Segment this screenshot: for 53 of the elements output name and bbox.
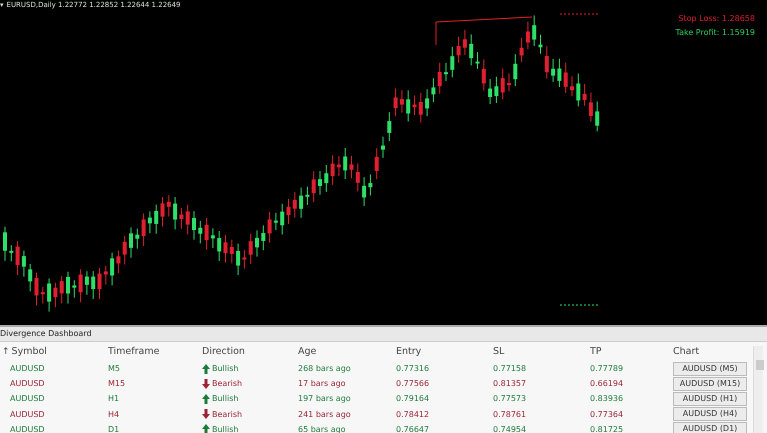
take-profit-label: Take Profit: 1.15919 — [676, 28, 755, 37]
sl-cell: 0.78761 — [493, 410, 526, 419]
tp-cell: 0.77364 — [590, 410, 624, 419]
timeframe-cell: M15 — [108, 379, 126, 388]
sl-cell: 0.74954 — [493, 424, 526, 433]
direction-cell: Bearish — [212, 410, 242, 419]
age-cell: 241 bars ago — [298, 410, 351, 419]
entry-cell: 0.77316 — [396, 364, 430, 374]
column-header[interactable]: SL — [493, 346, 504, 357]
chart-button[interactable]: AUDUSD (D1) — [673, 422, 747, 433]
chart-button[interactable]: AUDUSD (M5) — [673, 362, 747, 376]
age-cell: 197 bars ago — [298, 394, 351, 404]
symbol-cell: AUDUSD — [10, 364, 45, 374]
age-cell: 17 bars ago — [298, 379, 346, 388]
symbol-cell: AUDUSD — [10, 394, 45, 404]
sl-cell: 0.77158 — [493, 364, 526, 374]
tp-cell: 0.81725 — [590, 424, 624, 433]
age-cell: 268 bars ago — [298, 364, 351, 374]
column-header[interactable]: Chart — [673, 346, 700, 357]
chart-button[interactable]: AUDUSD (H4) — [673, 407, 747, 422]
direction-cell: Bullish — [212, 394, 238, 404]
sl-cell: 0.77573 — [493, 394, 526, 404]
stop-loss-label: Stop Loss: 1.28658 — [678, 14, 755, 23]
column-header[interactable]: Direction — [202, 346, 245, 357]
entry-cell: 0.77566 — [396, 379, 430, 388]
entry-cell: 0.78412 — [396, 410, 430, 419]
symbol-cell: AUDUSD — [10, 424, 45, 433]
tp-cell: 0.77789 — [590, 364, 624, 374]
timeframe-cell: H4 — [108, 410, 120, 419]
symbol-cell: AUDUSD — [10, 410, 45, 419]
timeframe-cell: M5 — [108, 364, 120, 374]
direction-cell: Bearish — [212, 379, 242, 388]
column-header[interactable]: Symbol — [12, 346, 47, 357]
scrollbar[interactable] — [753, 346, 763, 433]
tp-cell: 0.83936 — [590, 394, 624, 404]
column-header[interactable]: Age — [298, 346, 316, 357]
entry-cell: 0.79164 — [396, 394, 430, 404]
direction-cell: Bullish — [212, 424, 238, 433]
column-header[interactable]: Entry — [396, 346, 422, 357]
column-header[interactable]: TP — [590, 346, 602, 357]
tp-cell: 0.66194 — [590, 379, 624, 388]
chart-button[interactable]: AUDUSD (M15) — [673, 376, 747, 391]
take-profit-line — [560, 304, 600, 306]
dashboard-title: Divergence Dashboard — [0, 327, 767, 342]
direction-cell: Bullish — [212, 364, 238, 374]
chart-button[interactable]: AUDUSD (H1) — [673, 392, 747, 406]
timeframe-cell: D1 — [108, 424, 120, 433]
timeframe-cell: H1 — [108, 394, 120, 404]
symbol-cell: AUDUSD — [10, 379, 45, 388]
column-header[interactable]: Timeframe — [108, 346, 160, 357]
entry-cell: 0.76647 — [396, 424, 430, 433]
sl-cell: 0.81357 — [493, 379, 526, 388]
sort-arrow-icon[interactable]: ↑ — [2, 346, 10, 356]
